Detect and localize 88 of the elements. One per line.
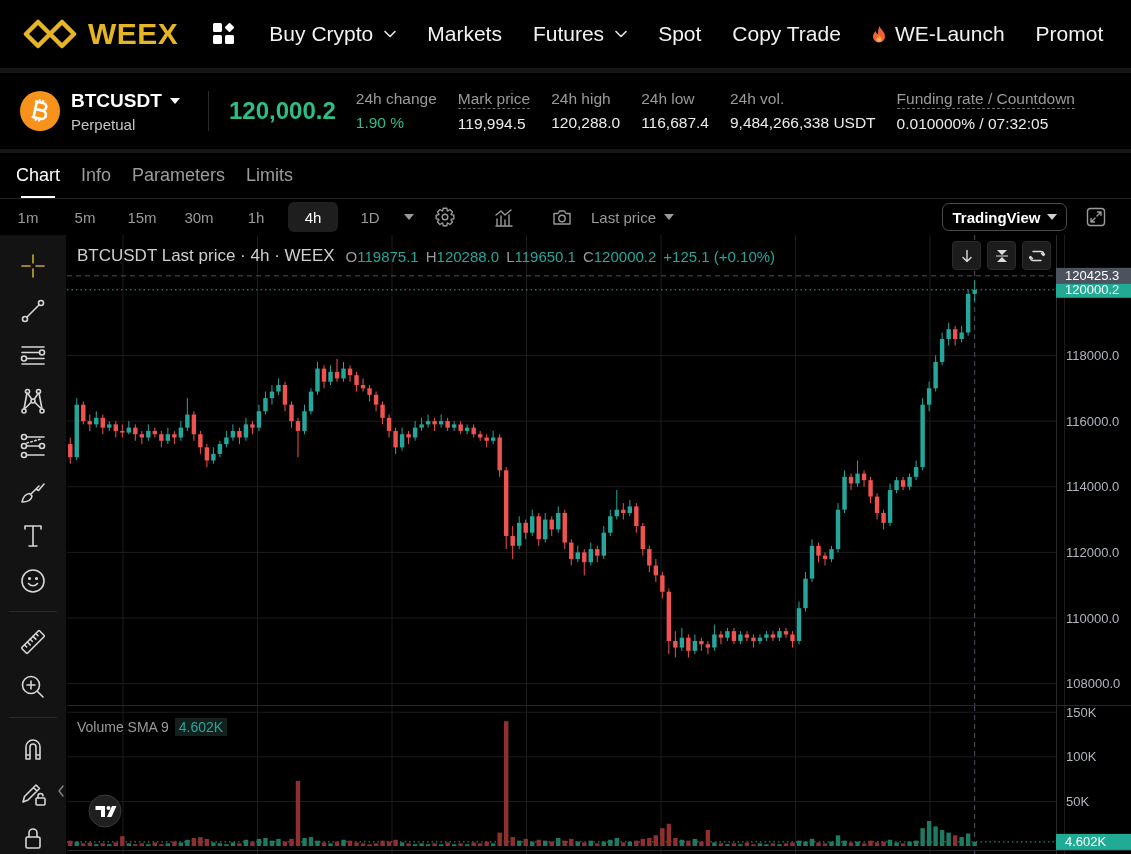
last-price: 120,000.2 [229,97,336,125]
axis-label: 116000.0 [1066,413,1120,429]
tab[interactable]: Parameters [132,153,226,198]
logo-icon [22,19,78,49]
stat-label: Mark price [457,89,531,109]
caret-icon [664,214,675,220]
tab[interactable]: Limits [246,153,294,198]
tab[interactable]: Info [81,153,112,198]
indicator-value: 4.602K [174,718,228,736]
caret-icon[interactable] [404,214,414,220]
price-change: +125.1 (+0.10%) [663,247,776,265]
indicator-label: Volume SMA 9 [77,719,169,735]
smiley-icon[interactable] [19,566,47,595]
chart-control-button[interactable] [952,241,981,270]
chevron-down-icon [384,30,397,38]
tab[interactable]: Chart [16,153,60,198]
ohlc-value: 120000.2 [593,247,657,265]
stat-label: 24h high [551,89,611,108]
stat-label: Funding rate / Countdown [896,89,1075,109]
settings-icon[interactable] [435,207,455,227]
interval-button[interactable]: 30m [174,202,224,232]
ohlc-label: C [582,247,594,265]
expand-icon[interactable] [1086,207,1106,227]
symbol-selector[interactable]: BTCUSDT [71,89,180,112]
chevron-down-icon [615,30,628,38]
stat-value: 116,687.4 [641,113,709,132]
nav-link[interactable]: Buy Crypto [269,22,397,46]
coin-icon [20,91,60,131]
ruler-icon[interactable] [19,627,47,656]
logo-text: WEEX [88,17,179,51]
fib-lines-icon[interactable] [19,431,47,460]
interval-button[interactable]: 1D [345,202,395,232]
caret-icon [169,97,180,104]
ohlc-value: 120288.0 [436,247,500,265]
chart-type-dropdown[interactable]: TradingView [942,203,1067,231]
chart-bars-icon[interactable] [494,207,514,227]
apps-grid-icon[interactable] [212,22,237,46]
flame-icon [871,25,886,43]
price-tag: 4.602K [1056,833,1131,850]
nav-link[interactable]: Spot [658,22,702,46]
ref-line-label: 120425.3 [1065,268,1120,284]
interval-button[interactable]: 1h [231,202,281,232]
axis-label: 150K [1066,706,1097,720]
interval-button[interactable]: 5m [60,202,110,232]
crosshair-icon[interactable] [19,251,47,280]
axis-label: 118000.0 [1066,347,1120,363]
axis-label: 110000.0 [1066,610,1120,626]
axis-label: 108000.0 [1066,676,1121,692]
ohlc-value: 119875.1 [357,247,419,265]
interval-button[interactable]: 4h [288,202,338,232]
stat-label: 24h low [641,89,695,108]
stat-value: 9,484,266,338 USDT [729,113,876,132]
chart-title: BTCUSDT Last price · 4h · WEEX [77,246,335,266]
collapse-icon [994,248,1009,263]
nav-link[interactable]: Futures [532,22,628,46]
nav-link[interactable]: Copy Trade [732,22,841,46]
nav-link[interactable]: Markets [427,22,502,46]
camera-icon[interactable] [552,208,572,226]
axis-label: 114000.0 [1066,479,1120,495]
axis-label: 100K [1066,749,1097,765]
arrow-down-icon [959,248,974,263]
stat-value: 0.010000% / 07:32:05 [896,114,1049,133]
ohlc-label: H [425,247,437,265]
chart-control-button[interactable] [987,241,1016,270]
ref-line-label: 4.602K [1065,834,1107,850]
ref-line-label: 120000.2 [1065,282,1120,298]
caret-icon [1046,214,1057,220]
ohlc-label: O [345,247,358,265]
axis-label: 112000.0 [1066,544,1120,560]
stat-value: 1.90 % [355,113,405,132]
price-source-dropdown[interactable]: Last price [591,208,675,226]
stat-label: 24h change [355,89,437,108]
stat-label: 24h vol. [729,89,785,108]
contract-type: Perpetual [71,115,137,133]
ohlc-label: L [506,247,515,265]
ohlc-value: 119650.1 [514,247,576,265]
stat-value: 120,288.0 [551,113,621,132]
price-tag: 120425.3 [1056,267,1131,284]
pattern-icon[interactable] [19,386,47,415]
stat-value: 119,994.5 [457,114,526,133]
chart-control-button[interactable] [1022,241,1051,270]
chevron-left-icon[interactable] [58,785,64,797]
axis-label: 50K [1066,793,1090,809]
nav-link[interactable]: WE-Launch [871,22,1005,46]
interval-button[interactable]: 15m [117,202,167,232]
cycle-arrows-icon [1028,248,1045,263]
nav-link[interactable]: Promot [1035,22,1104,46]
interval-button[interactable]: 1m [3,202,53,232]
